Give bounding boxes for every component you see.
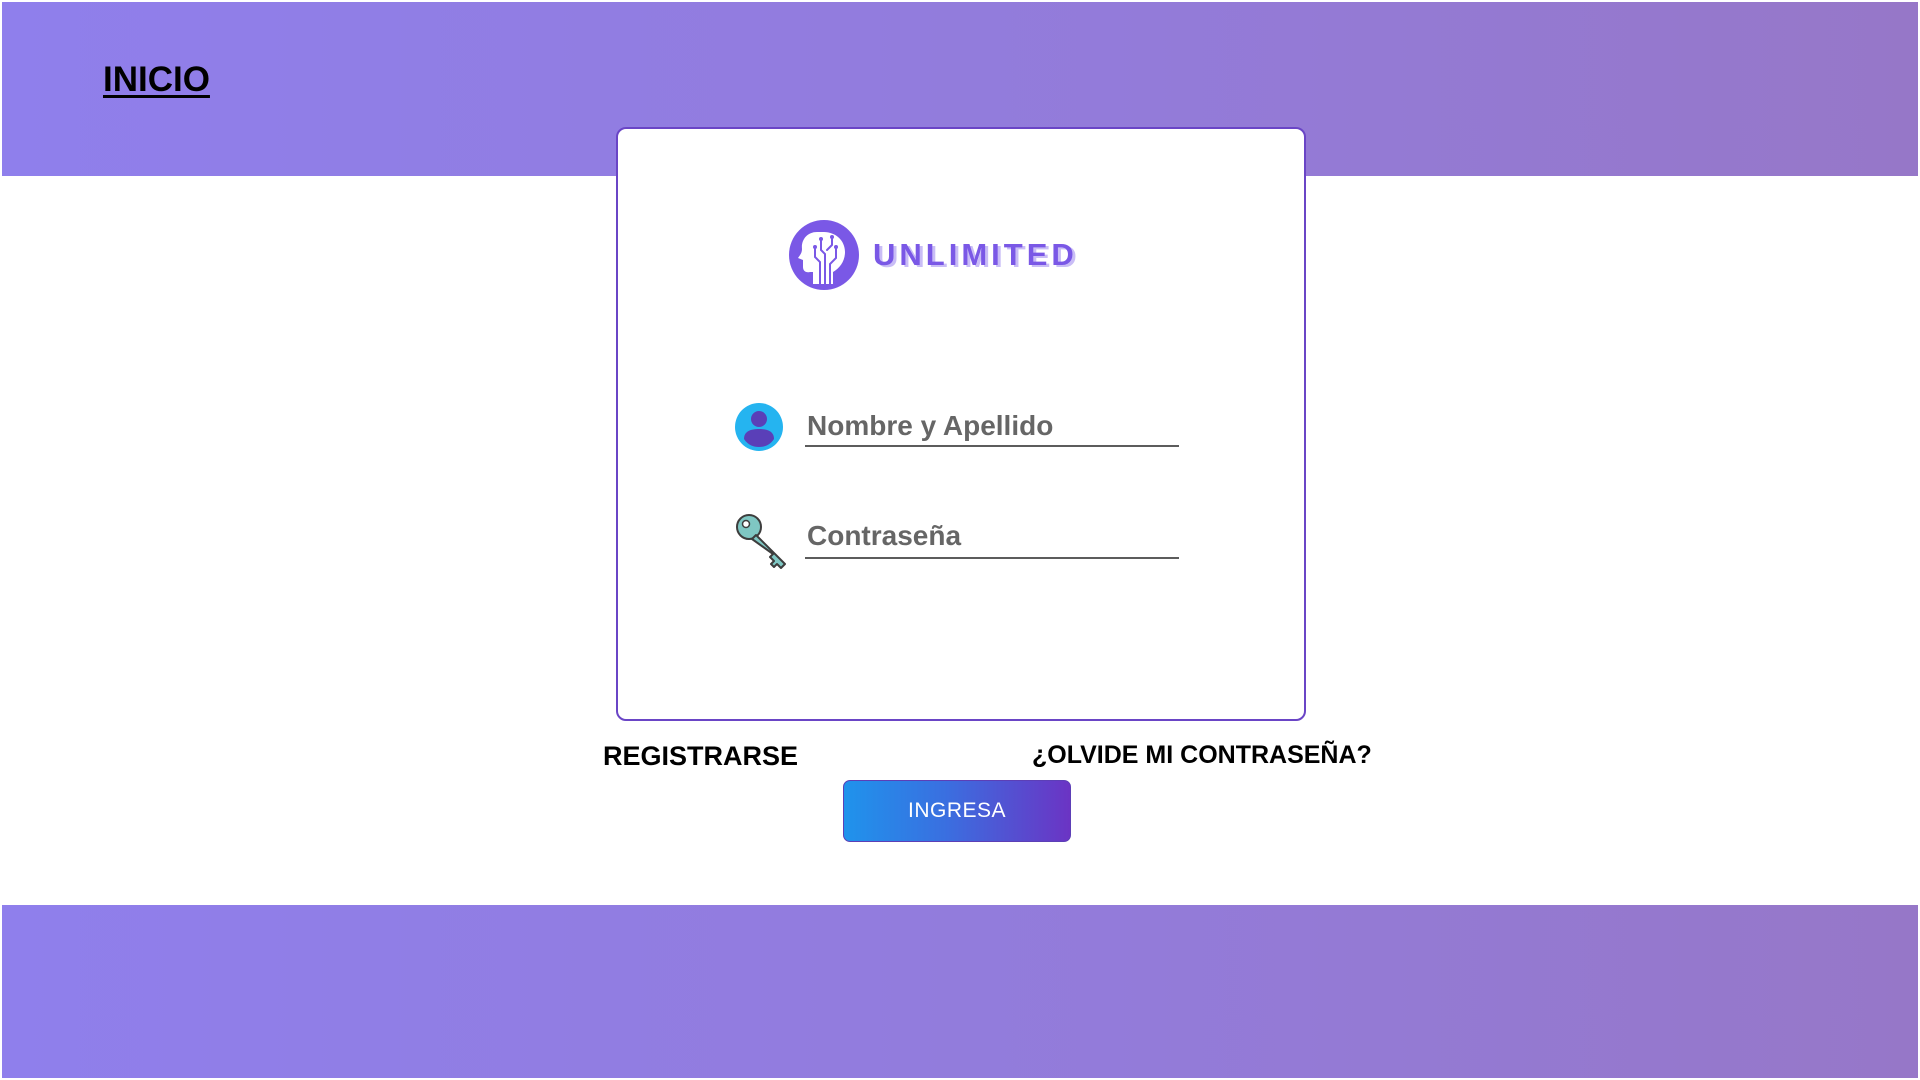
login-page: INICIO UNLIMITED Nombre y Apellido REGIS… (0, 0, 1920, 1080)
password-row (733, 511, 1183, 575)
login-button[interactable]: INGRESA (843, 780, 1071, 842)
login-card: UNLIMITED (616, 127, 1306, 721)
register-link[interactable]: REGISTRARSE (603, 741, 798, 772)
brand-logo: UNLIMITED (787, 218, 1078, 292)
home-link[interactable]: INICIO (103, 60, 210, 100)
brand-name: UNLIMITED (873, 237, 1078, 272)
password-input[interactable] (805, 515, 1179, 559)
user-avatar-icon (735, 403, 783, 451)
brain-head-circuit-icon (789, 220, 859, 290)
key-icon (736, 514, 786, 569)
username-input[interactable] (805, 407, 1179, 447)
forgot-password-link[interactable]: ¿OLVIDE MI CONTRASEÑA? (1032, 741, 1372, 770)
username-row (733, 401, 1183, 465)
bottom-banner (2, 905, 1918, 1078)
